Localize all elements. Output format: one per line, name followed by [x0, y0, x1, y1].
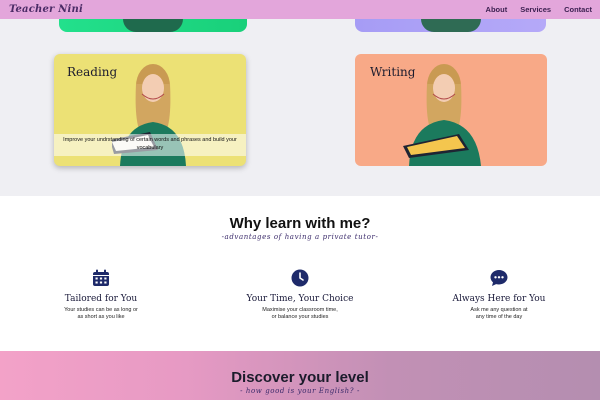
nav-link-contact[interactable]: Contact	[564, 5, 592, 14]
calendar-icon	[93, 269, 109, 286]
feature-time: Your Time, Your Choice Maximise your cla…	[230, 269, 370, 322]
discover-level-section: Discover your level - how good is your E…	[0, 351, 600, 400]
brand-logo[interactable]: Teacher Nini	[9, 4, 83, 15]
section-subheading: - how good is your English? -	[240, 387, 360, 395]
service-card-partial-left[interactable]	[59, 19, 247, 32]
service-card-partial-right[interactable]	[355, 19, 546, 32]
nav-link-services[interactable]: Services	[520, 5, 551, 14]
feature-support: Always Here for You Ask me any question …	[429, 269, 569, 322]
feature-tailored: Tailored for You Your studies can be as …	[31, 269, 171, 322]
nav-link-about[interactable]: About	[486, 5, 508, 14]
why-learn-section: Why learn with me? -advantages of having…	[0, 196, 600, 351]
card-photo	[420, 19, 481, 32]
top-navbar: Teacher Nini About Services Contact	[0, 0, 600, 19]
card-description: Improve your undrstanding of certain wor…	[54, 134, 246, 156]
clock-icon	[291, 269, 309, 287]
feature-title: Your Time, Your Choice	[246, 294, 354, 304]
nav-links: About Services Contact	[486, 5, 592, 14]
card-title: Writing	[370, 65, 416, 79]
chat-icon	[490, 270, 508, 286]
feature-description: Your studies can be as long or as short …	[64, 307, 138, 321]
feature-description: Ask me any question at any time of the d…	[470, 307, 528, 321]
feature-title: Always Here for You	[452, 294, 546, 304]
section-heading: Why learn with me?	[229, 215, 371, 232]
service-card-writing[interactable]: Writing	[355, 54, 547, 166]
card-photo	[123, 19, 183, 32]
services-section: Reading Improve your undrstanding of cer…	[0, 19, 600, 196]
section-subheading: -advantages of having a private tutor-	[221, 233, 379, 241]
card-title: Reading	[67, 65, 118, 79]
section-heading: Discover your level	[231, 369, 369, 386]
service-card-reading[interactable]: Reading Improve your undrstanding of cer…	[54, 54, 246, 166]
feature-title: Tailored for You	[64, 294, 138, 304]
feature-description: Maximise your classroom time, or balance…	[262, 307, 338, 321]
